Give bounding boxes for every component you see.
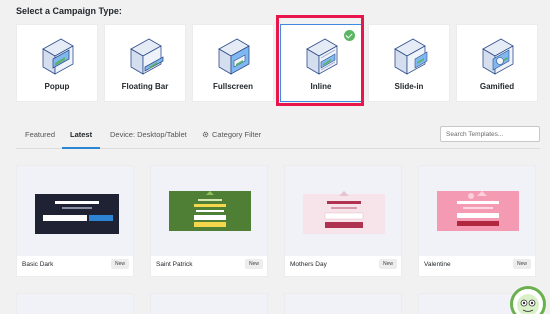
template-preview bbox=[17, 166, 133, 256]
template-name: Basic Dark bbox=[22, 261, 54, 268]
template-card[interactable] bbox=[16, 293, 134, 314]
tab-featured[interactable]: Featured bbox=[25, 130, 55, 139]
campaign-type-gamified[interactable]: Gamified bbox=[456, 24, 538, 102]
tab-category-filter[interactable]: Category Filter bbox=[202, 130, 261, 139]
campaign-type-label: Floating Bar bbox=[121, 82, 169, 91]
slide-in-icon bbox=[394, 38, 428, 75]
tab-device[interactable]: Device: Desktop/Tablet bbox=[110, 130, 187, 139]
mascot-icon bbox=[517, 294, 539, 314]
campaign-type-slide-in[interactable]: Slide-in bbox=[368, 24, 450, 102]
template-preview bbox=[285, 166, 401, 256]
gamified-icon bbox=[482, 38, 514, 75]
new-badge: New bbox=[110, 259, 129, 269]
campaign-type-popup[interactable]: Popup bbox=[16, 24, 98, 102]
campaign-type-label: Popup bbox=[44, 82, 70, 91]
new-badge: New bbox=[512, 259, 531, 269]
template-card-basic-dark[interactable]: Basic Dark New bbox=[16, 165, 134, 277]
template-preview bbox=[151, 166, 267, 256]
gear-icon bbox=[202, 131, 209, 138]
campaign-type-label: Gamified bbox=[479, 82, 515, 91]
category-filter-label: Category Filter bbox=[212, 130, 262, 139]
template-card-valentine[interactable]: Valentine New bbox=[418, 165, 536, 277]
template-card-mothers-day[interactable]: Mothers Day New bbox=[284, 165, 402, 277]
campaign-type-fullscreen[interactable]: Fullscreen bbox=[192, 24, 274, 102]
template-card-saint-patrick[interactable]: Saint Patrick New bbox=[150, 165, 268, 277]
template-card[interactable] bbox=[150, 293, 268, 314]
campaign-type-label: Slide-in bbox=[394, 82, 424, 91]
template-preview bbox=[151, 294, 267, 314]
template-name: Valentine bbox=[424, 261, 451, 268]
template-card[interactable] bbox=[284, 293, 402, 314]
template-name: Mothers Day bbox=[290, 261, 327, 268]
template-preview bbox=[419, 166, 535, 256]
active-tab-indicator bbox=[62, 147, 100, 149]
popup-icon bbox=[42, 38, 74, 75]
template-name: Saint Patrick bbox=[156, 261, 193, 268]
campaign-type-label: Fullscreen bbox=[212, 82, 253, 91]
selection-highlight-frame bbox=[276, 15, 364, 106]
page-heading: Select a Campaign Type: bbox=[16, 6, 122, 16]
campaign-type-floating-bar[interactable]: Floating Bar bbox=[104, 24, 186, 102]
template-preview bbox=[285, 294, 401, 314]
template-preview bbox=[17, 294, 133, 314]
tab-latest[interactable]: Latest bbox=[70, 130, 92, 139]
new-badge: New bbox=[378, 259, 397, 269]
new-badge: New bbox=[244, 259, 263, 269]
mascot-avatar[interactable] bbox=[510, 286, 546, 314]
floating-bar-icon bbox=[130, 38, 164, 75]
search-templates-input[interactable] bbox=[440, 126, 540, 142]
fullscreen-icon bbox=[218, 38, 250, 75]
